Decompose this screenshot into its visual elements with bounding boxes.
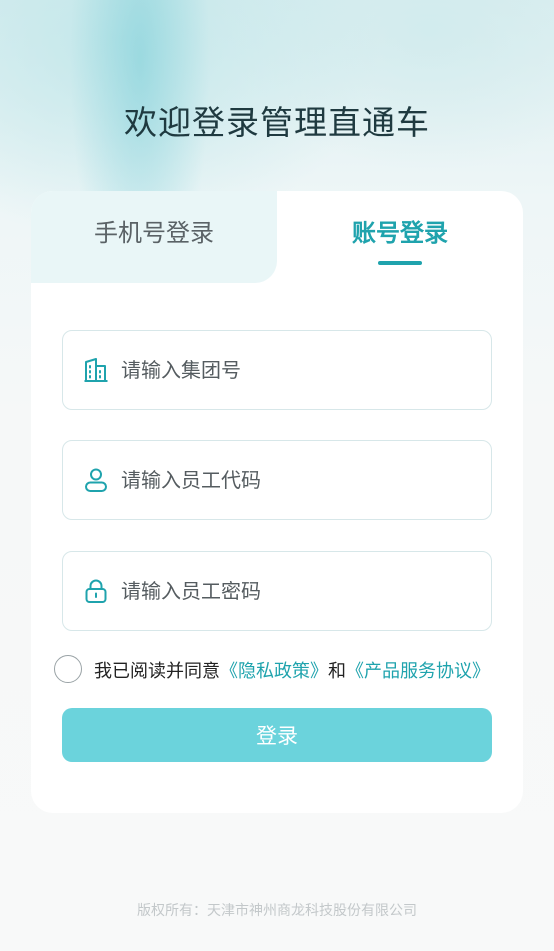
employee-password-input[interactable] — [121, 572, 471, 610]
agreement-checkbox[interactable] — [54, 655, 82, 683]
tab-phone-login-label: 手机号登录 — [94, 219, 214, 247]
active-tab-indicator — [378, 261, 422, 265]
lock-icon — [83, 578, 109, 604]
page-title: 欢迎登录管理直通车 — [124, 103, 430, 142]
user-icon — [83, 467, 109, 493]
group-number-input[interactable] — [121, 351, 471, 389]
agreement-text: 我已阅读并同意《隐私政策》和《产品服务协议》 — [94, 657, 490, 683]
employee-password-field — [62, 551, 492, 631]
copyright-text: 版权所有：天津市神州商龙科技股份有限公司 — [137, 903, 417, 919]
employee-code-input[interactable] — [121, 461, 471, 499]
privacy-policy-link[interactable]: 《隐私政策》 — [220, 661, 328, 682]
login-card: 手机号登录 账号登录 请输入集团号 请输入员工代码 我已阅读并同意《隐私政策》和… — [31, 191, 523, 813]
agreement-joiner: 和 — [328, 661, 346, 682]
tab-account-login[interactable]: 账号登录 — [277, 191, 523, 283]
agreement-row: 我已阅读并同意《隐私政策》和《产品服务协议》 — [54, 655, 514, 685]
building-icon — [83, 357, 109, 383]
tab-phone-login[interactable]: 手机号登录 — [31, 191, 277, 283]
group-number-field — [62, 330, 492, 410]
tab-account-login-label: 账号登录 — [352, 219, 448, 247]
login-button[interactable]: 登录 — [62, 708, 492, 762]
agreement-prefix: 我已阅读并同意 — [94, 661, 220, 682]
service-agreement-link[interactable]: 《产品服务协议》 — [346, 661, 490, 682]
employee-code-field — [62, 440, 492, 520]
